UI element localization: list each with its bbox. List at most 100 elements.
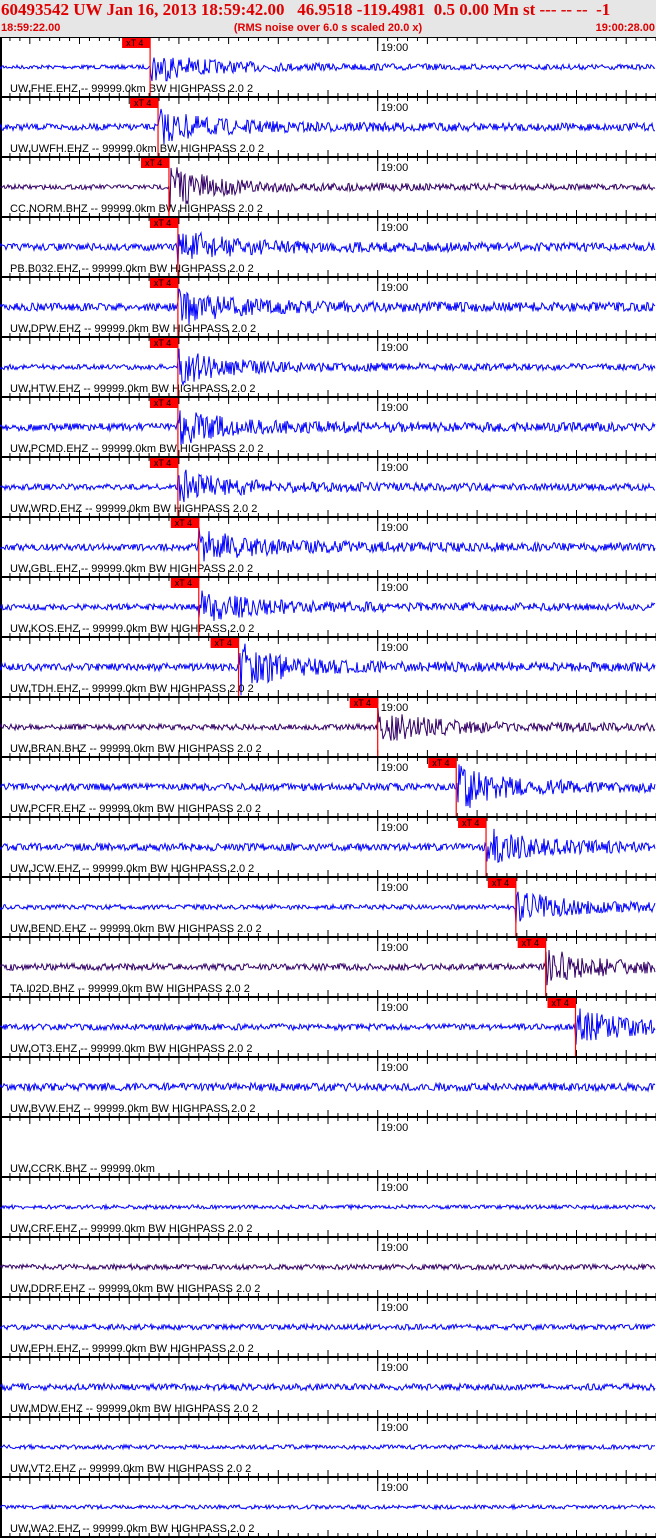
time-label: 19:00	[381, 402, 409, 414]
pick-label: xT 4	[354, 698, 371, 708]
trace-panel: 19:00 UW.PCMD.EHZ -- 99999.0km BW HIGHPAS…	[0, 396, 656, 457]
pick-label: xT 4	[522, 938, 539, 948]
waveform	[0, 410, 656, 445]
station-label: UW.KOS.EHZ -- 99999.0km BW HIGHPASS 2.0 …	[10, 623, 254, 635]
waveform	[0, 1322, 656, 1332]
time-label: 19:00	[381, 1422, 409, 1434]
waveform	[0, 828, 656, 863]
pick-label: xT 4	[175, 578, 192, 588]
waveform	[0, 590, 656, 621]
station-label: TA.I02D.BHZ -- 99999.0km BW HIGHPASS 2.0…	[10, 983, 250, 995]
time-label: 19:00	[381, 42, 409, 54]
time-label: 19:00	[381, 1002, 409, 1014]
trace-panel: 19:00 UW.KOS.EHZ -- 99999.0km BW HIGHPASS…	[0, 576, 656, 637]
trace-panel: 19:00 UW.CRF.EHZ -- 99999.0km BW HIGHPASS…	[0, 1176, 656, 1237]
station-label: UW.WRD.EHZ -- 99999.0km BW HIGHPASS 2.0 …	[10, 503, 257, 515]
time-label: 19:00	[381, 1362, 409, 1374]
trace-panel: 19:00 UW.EPH.EHZ -- 99999.0km BW HIGHPASS…	[0, 1296, 656, 1357]
station-label: UW.OT3.EHZ -- 99999.0km BW HIGHPASS 2.0 …	[10, 1043, 252, 1055]
waveform	[0, 1203, 656, 1211]
pick-label: xT 4	[175, 518, 192, 528]
trace-panel: 19:00 UW.WA2.EHZ -- 99999.0km BW HIGHPASS…	[0, 1476, 656, 1537]
trace-panel: 19:00 UW.GBL.EHZ -- 99999.0km BW HIGHPASS…	[0, 516, 656, 577]
waveform	[0, 230, 656, 268]
header: 60493542 UW Jan 16, 2013 18:59:42.00 46.…	[0, 0, 656, 37]
station-label: PB.B032.EHZ -- 99999.0km BW HIGHPASS 2.0…	[10, 263, 254, 275]
pick-label: xT 4	[462, 818, 479, 828]
trace-panel: 19:00 UW.UWFH.EHZ -- 99999.0km BW HIGHPAS…	[0, 96, 656, 157]
station-label: CC.NORM.BHZ -- 99999.0km BW HIGHPASS 2.0…	[10, 203, 263, 215]
time-label: 19:00	[381, 582, 409, 594]
time-label: 19:00	[381, 762, 409, 774]
pick-label: xT 4	[492, 878, 509, 888]
pick-label: xT 4	[154, 278, 171, 288]
station-label: UW.BEND.EHZ -- 99999.0km BW HIGHPASS 2.0…	[10, 923, 262, 935]
trace-panel: 19:00 UW.HTW.EHZ -- 99999.0km BW HIGHPASS…	[0, 336, 656, 397]
trace-panel: 19:00 UW.JCW.EHZ -- 99999.0km BW HIGHPASS…	[0, 816, 656, 877]
station-label: UW.CCRK.BHZ -- 99999.0km	[10, 1163, 155, 1175]
trace-panel: 19:00 UW.VT2.EHZ -- 99999.0km BW HIGHPASS…	[0, 1416, 656, 1477]
waveform	[0, 949, 656, 986]
waveform	[0, 1442, 656, 1452]
time-label: 19:00	[381, 1482, 409, 1494]
trace-panel: 19:00 UW.TDH.EHZ -- 99999.0km BW HIGHPASS…	[0, 636, 656, 697]
station-label: UW.HTW.EHZ -- 99999.0km BW HIGHPASS 2.0 …	[10, 383, 256, 395]
station-label: UW.PCMD.EHZ -- 99999.0km BW HIGHPASS 2.0…	[10, 443, 263, 455]
time-label: 19:00	[381, 882, 409, 894]
time-label: 19:00	[381, 462, 409, 474]
waveform	[0, 1008, 656, 1045]
station-label: UW.EPH.EHZ -- 99999.0km BW HIGHPASS 2.0 …	[10, 1343, 254, 1355]
pick-label: xT 4	[154, 398, 171, 408]
waveform	[0, 108, 655, 145]
trace-panel: 19:00 UW.WRD.EHZ -- 99999.0km BW HIGHPASS…	[0, 456, 656, 517]
event-title: 60493542 UW Jan 16, 2013 18:59:42.00 46.…	[1, 0, 611, 19]
time-label: 19:00	[381, 642, 409, 654]
station-label: UW.UWFH.EHZ -- 99999.0km BW HIGHPASS 2.0…	[10, 143, 264, 155]
station-label: UW.JCW.EHZ -- 99999.0km BW HIGHPASS 2.0 …	[10, 863, 254, 875]
trace-panel: 19:00 UW.PCFR.EHZ -- 99999.0km BW HIGHPAS…	[0, 756, 656, 817]
pick-label: xT 4	[134, 98, 151, 108]
waveform	[0, 57, 656, 82]
waveform	[0, 1503, 656, 1511]
waveform	[0, 527, 656, 562]
pick-label: xT 4	[551, 998, 568, 1008]
station-label: UW.GBL.EHZ -- 99999.0km BW HIGHPASS 2.0 …	[10, 563, 253, 575]
trace-panel: 19:00 UW.BVW.EHZ -- 99999.0km BW HIGHPASS…	[0, 1056, 656, 1117]
station-label: UW.CRF.EHZ -- 99999.0km BW HIGHPASS 2.0 …	[10, 1223, 252, 1235]
trace-panel: 19:00 UW.BRAN.BHZ -- 99999.0km BW HIGHPAS…	[0, 696, 656, 757]
station-label: UW.TDH.EHZ -- 99999.0km BW HIGHPASS 2.0 …	[10, 683, 254, 695]
station-label: UW.DDRF.EHZ -- 99999.0km BW HIGHPASS 2.0…	[10, 1283, 260, 1295]
pick-label: xT 4	[154, 338, 171, 348]
time-label: 19:00	[381, 1122, 409, 1134]
end-time: 19:00:28.00	[595, 22, 655, 34]
noise-note: (RMS noise over 6.0 s scaled 20.0 x)	[233, 22, 423, 34]
time-label: 19:00	[381, 822, 409, 834]
pick-label: xT 4	[154, 218, 171, 228]
station-label: UW.PCFR.EHZ -- 99999.0km BW HIGHPASS 2.0…	[10, 803, 261, 815]
waveform	[0, 348, 656, 387]
station-label: UW.BVW.EHZ -- 99999.0km BW HIGHPASS 2.0 …	[10, 1103, 256, 1115]
time-label: 19:00	[381, 522, 409, 534]
pick-label: xT 4	[432, 758, 449, 768]
time-label: 19:00	[381, 702, 409, 714]
time-label: 19:00	[381, 282, 409, 294]
time-label: 19:00	[381, 1302, 409, 1314]
time-label: 19:00	[381, 222, 409, 234]
station-label: UW.WA2.EHZ -- 99999.0km BW HIGHPASS 2.0 …	[10, 1523, 255, 1535]
seismogram-panels: 19:00 UW.FHE.EHZ -- 99999.0km BW HIGHPASS…	[0, 37, 656, 1538]
time-label: 19:00	[381, 102, 409, 114]
station-label: UW.FHE.EHZ -- 99999.0km BW HIGHPASS 2.0 …	[10, 83, 253, 95]
time-label: 19:00	[381, 342, 409, 354]
pick-label: xT 4	[215, 638, 232, 648]
trace-panel: 19:00 UW.MDW.EHZ -- 99999.0km BW HIGHPASS…	[0, 1356, 656, 1417]
waveform	[0, 707, 656, 741]
station-label: UW.BRAN.BHZ -- 99999.0km BW HIGHPASS 2.0…	[10, 743, 262, 755]
pick-label: xT 4	[154, 458, 171, 468]
pick-label: xT 4	[145, 158, 162, 168]
waveform	[0, 469, 656, 503]
trace-panel: 19:00 UW.OT3.EHZ -- 99999.0km BW HIGHPASS…	[0, 996, 656, 1057]
trace-panel: 19:00 TA.I02D.BHZ -- 99999.0km BW HIGHPAS…	[0, 936, 656, 997]
trace-panel: 19:00 UW.DDRF.EHZ -- 99999.0km BW HIGHPAS…	[0, 1236, 656, 1297]
pick-label: xT 4	[126, 38, 143, 48]
waveform	[0, 764, 656, 808]
